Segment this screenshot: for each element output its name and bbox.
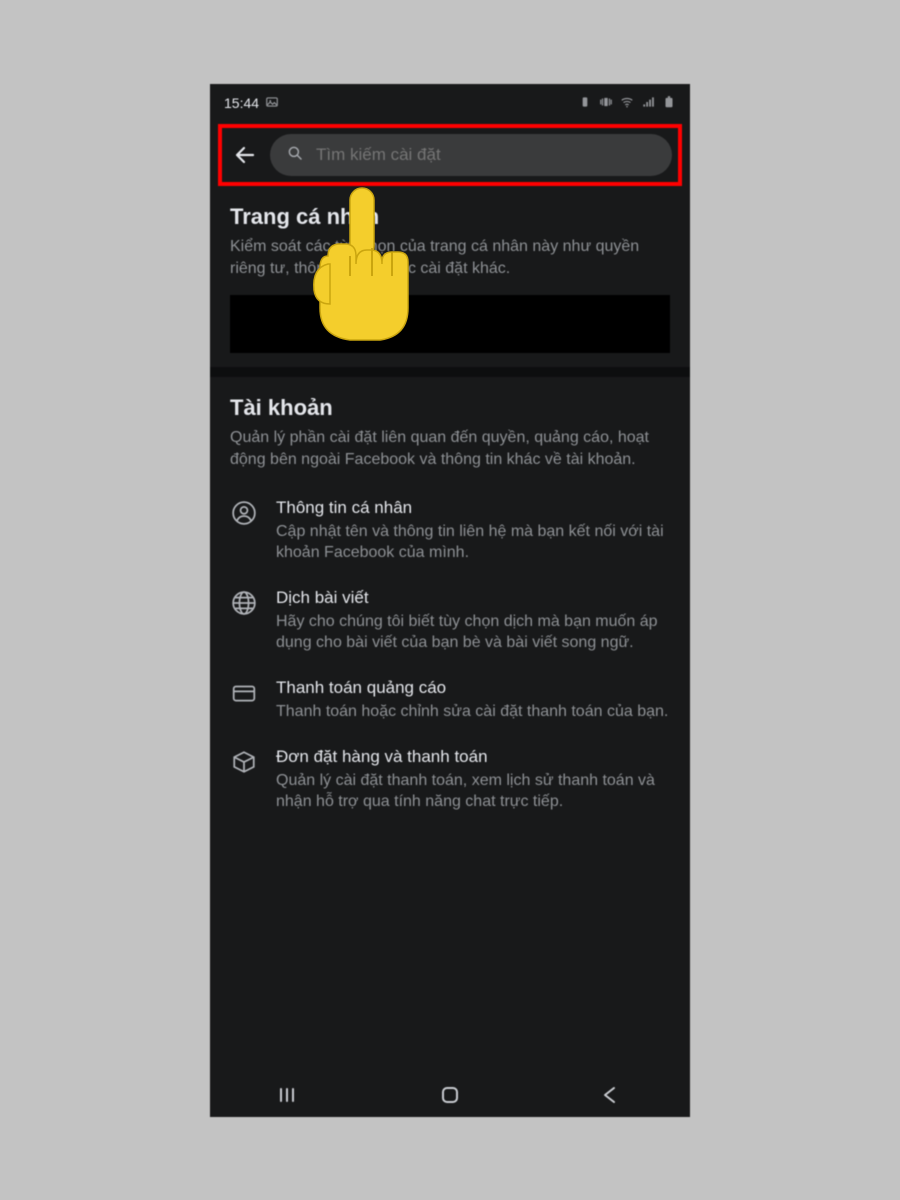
- section-profile: Trang cá nhân Kiểm soát các tùy chọn của…: [210, 186, 690, 377]
- status-wifi-icon: [620, 95, 634, 112]
- item-title: Đơn đặt hàng và thanh toán: [276, 747, 670, 767]
- search-bar[interactable]: [270, 134, 672, 176]
- search-header-highlight: [218, 124, 682, 186]
- section-profile-desc: Kiểm soát các tùy chọn của trang cá nhân…: [230, 236, 670, 281]
- search-icon: [286, 144, 304, 167]
- status-battery-saver-icon: [578, 95, 592, 112]
- nav-back-button[interactable]: [590, 1085, 630, 1105]
- status-battery-icon: [662, 95, 676, 112]
- item-title: Dịch bài viết: [276, 588, 670, 608]
- item-orders-payments[interactable]: Đơn đặt hàng và thanh toán Quản lý cài đ…: [230, 735, 670, 825]
- item-title: Thanh toán quảng cáo: [276, 678, 670, 698]
- item-translate[interactable]: Dịch bài viết Hãy cho chúng tôi biết tùy…: [230, 576, 670, 666]
- android-nav-bar: [210, 1073, 690, 1117]
- section-account: Tài khoản Quản lý phần cài đặt liên quan…: [210, 377, 690, 885]
- phone-frame: 15:44 Trang cá nhân Kiểm soát c: [210, 84, 690, 1117]
- nav-recent-button[interactable]: [270, 1085, 310, 1105]
- search-input[interactable]: [314, 144, 656, 166]
- box-icon: [230, 749, 258, 777]
- item-desc: Cập nhật tên và thông tin liên hệ mà bạn…: [276, 521, 670, 564]
- status-vibrate-icon: [599, 95, 613, 112]
- section-profile-title: Trang cá nhân: [230, 204, 670, 230]
- item-ad-payments[interactable]: Thanh toán quảng cáo Thanh toán hoặc chỉ…: [230, 666, 670, 735]
- profile-card-redacted[interactable]: [230, 295, 670, 353]
- item-desc: Thanh toán hoặc chỉnh sửa cài đặt thanh …: [276, 701, 670, 723]
- card-icon: [230, 680, 258, 708]
- section-account-title: Tài khoản: [230, 395, 670, 421]
- item-personal-info[interactable]: Thông tin cá nhân Cập nhật tên và thông …: [230, 486, 670, 576]
- section-account-desc: Quản lý phần cài đặt liên quan đến quyền…: [230, 427, 670, 472]
- item-desc: Hãy cho chúng tôi biết tùy chọn dịch mà …: [276, 611, 670, 654]
- status-bar: 15:44: [210, 84, 690, 118]
- item-desc: Quản lý cài đặt thanh toán, xem lịch sử …: [276, 770, 670, 813]
- person-icon: [230, 500, 258, 528]
- back-button[interactable]: [228, 138, 262, 172]
- status-signal-icon: [641, 95, 655, 112]
- item-title: Thông tin cá nhân: [276, 498, 670, 518]
- status-image-icon: [265, 95, 279, 112]
- nav-home-button[interactable]: [430, 1085, 470, 1105]
- globe-icon: [230, 590, 258, 618]
- status-time: 15:44: [224, 95, 259, 111]
